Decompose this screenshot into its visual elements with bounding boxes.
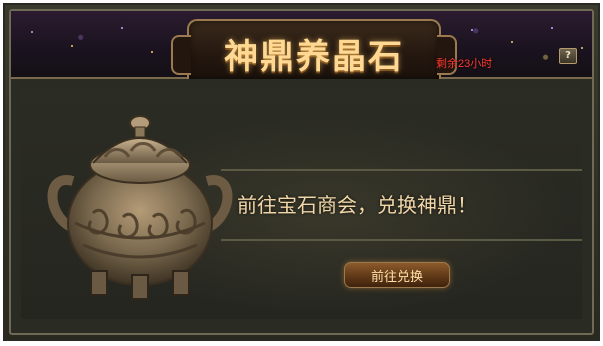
divider-bottom <box>221 239 582 241</box>
exchange-button[interactable]: 前往兑换 <box>344 262 450 288</box>
exchange-message: 前往宝石商会，兑换神鼎！ <box>237 193 477 217</box>
page-title: 神鼎养晶石 <box>224 37 404 77</box>
help-button[interactable]: ? <box>559 48 577 64</box>
time-remaining: 剩余23小时 <box>436 58 493 70</box>
bronze-cauldron-icon <box>47 115 233 300</box>
divider-top <box>221 169 582 171</box>
title-plaque: 神鼎养晶石 <box>171 19 457 79</box>
header-banner: 神鼎养晶石 剩余23小时 ? <box>11 11 592 79</box>
event-panel: 神鼎养晶石 剩余23小时 ? 前往宝石商会，兑换神鼎！ 前往兑换 <box>3 3 600 341</box>
panel-frame: 神鼎养晶石 剩余23小时 ? 前往宝石商会，兑换神鼎！ 前往兑换 <box>9 9 594 335</box>
